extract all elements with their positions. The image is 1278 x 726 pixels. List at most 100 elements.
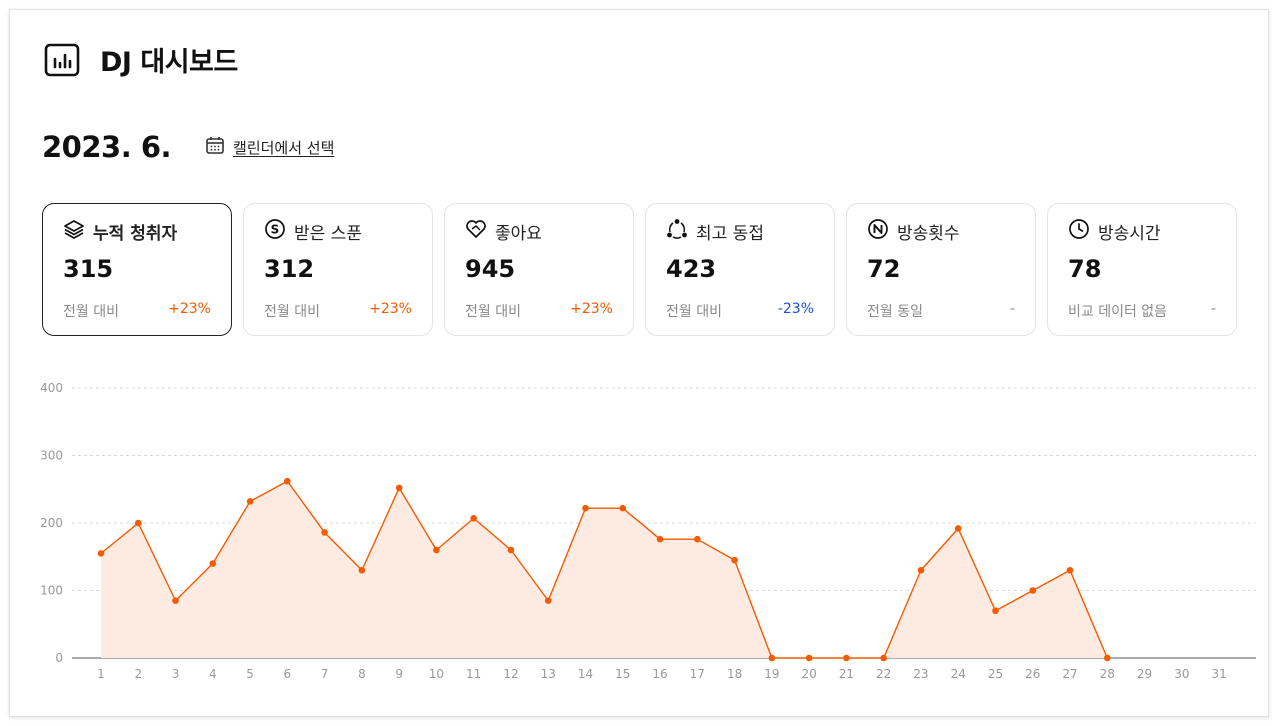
x-tick-label: 21 [839,667,854,681]
stat-card-broadcast-count[interactable]: 방송횟수 72 전월 동일 - [846,203,1036,336]
x-tick-label: 27 [1062,667,1077,681]
stat-card-label: 최고 동접 [696,223,764,244]
x-tick-label: 8 [358,667,366,681]
data-point [321,529,328,536]
stat-card-change: +23% [168,301,211,317]
stat-card-broadcast-time[interactable]: 방송시간 78 비교 데이터 없음 - [1047,203,1237,336]
layers-icon [63,218,85,244]
data-point [395,484,403,492]
y-tick-label: 0 [55,651,63,665]
stat-card-listeners[interactable]: 누적 청취자 315 전월 대비 +23% [42,203,232,336]
stat-card-label: 누적 청취자 [93,223,178,244]
heart-icon [465,218,487,244]
x-tick-label: 24 [951,667,966,681]
x-tick-label: 20 [801,667,816,681]
data-point [1066,566,1074,574]
x-tick-label: 25 [988,667,1003,681]
stat-card-compare: 전월 대비 [63,304,119,320]
x-tick-label: 7 [321,667,329,681]
stat-card-change: +23% [369,301,412,317]
x-tick-label: 11 [466,667,481,681]
calendar-select-label: 캘린더에서 선택 [233,138,335,157]
x-tick-label: 9 [395,667,403,681]
x-tick-label: 2 [134,667,142,681]
period-selector: 2023. 6. 캘린더에서 선택 [42,130,334,164]
stat-card-value: 72 [867,255,901,283]
stat-card-value: 78 [1068,255,1102,283]
page-header: DJ 대시보드 [44,40,238,79]
data-point [694,535,701,543]
stat-card-compare: 전월 대비 [465,304,521,320]
x-tick-label: 29 [1137,667,1152,681]
stat-card-change: -23% [777,301,814,317]
data-point [880,654,887,662]
data-point [507,546,515,554]
calendar-icon [205,135,225,159]
dashboard-frame: DJ 대시보드 2023. 6. 캘린더에서 선택 누적 청취자 315 전월 … [9,9,1269,717]
x-tick-label: 13 [541,667,556,681]
data-point [619,504,627,512]
x-tick-label: 5 [246,667,254,681]
data-point [731,556,738,564]
x-tick-label: 4 [209,667,217,681]
stat-card-change: - [1210,301,1216,317]
stat-card-label: 방송횟수 [897,223,960,244]
data-point [544,597,552,604]
data-point [768,654,776,662]
data-point [843,654,850,662]
stat-card-value: 423 [666,255,717,283]
stat-card-value: 315 [63,255,114,283]
data-point [656,535,664,543]
data-point [954,525,962,532]
x-tick-label: 6 [284,667,292,681]
x-tick-label: 23 [913,667,928,681]
data-point [97,550,105,557]
stat-card-change: - [1009,301,1015,317]
y-tick-label: 300 [40,449,63,463]
data-point [1103,654,1111,662]
x-tick-label: 31 [1211,667,1226,681]
x-tick-label: 10 [429,667,444,681]
x-tick-label: 22 [876,667,891,681]
listeners-chart-svg: 01002003004001 2 3 4 5 6 7 8 9 10 11 12 13 14 15 16 17 18… [40,381,1256,681]
stat-card-compare: 전월 동일 [867,304,923,320]
data-point [246,498,254,505]
y-tick-label: 400 [40,381,63,395]
data-point [209,560,217,567]
listeners-chart: 0 100 200 300 400 1 2 3 4 5 6 7 8 9 10 11 12 13 14 15 16 17 18… [10,370,1270,710]
data-point [470,514,478,522]
y-tick-label: 100 [40,584,63,598]
data-point [917,566,925,574]
x-tick-label: 12 [503,667,518,681]
y-tick-label: 200 [40,516,63,530]
data-point [805,654,813,662]
x-tick-label: 30 [1174,667,1189,681]
calendar-select-button[interactable]: 캘린더에서 선택 [205,135,334,159]
x-tick-label: 26 [1025,667,1040,681]
nodes-icon [666,218,688,244]
stat-card-peak-concurrent[interactable]: 최고 동접 423 전월 대비 -23% [645,203,835,336]
x-tick-label: 15 [615,667,630,681]
x-tick-label: 1 [97,667,105,681]
stat-card-label: 좋아요 [495,223,542,244]
data-point [433,546,440,554]
stat-cards: 누적 청취자 315 전월 대비 +23% S 받은 스푼 312 전월 대비 … [42,203,1237,336]
n-circle-icon [867,218,889,244]
stat-card-spoons[interactable]: S 받은 스푼 312 전월 대비 +23% [243,203,433,336]
data-point [992,607,999,615]
page-title: DJ 대시보드 [100,47,238,78]
data-point [172,597,179,604]
x-tick-label: 16 [652,667,667,681]
clock-icon [1068,218,1090,244]
coin-icon: S [264,218,286,244]
x-tick-label: 17 [690,667,705,681]
x-tick-label: 19 [764,667,779,681]
stat-card-likes[interactable]: 좋아요 945 전월 대비 +23% [444,203,634,336]
data-point [1029,587,1037,594]
stat-card-compare: 전월 대비 [666,304,722,320]
data-point [284,477,291,485]
data-point [358,566,366,574]
current-month: 2023. 6. [42,130,172,164]
data-point [582,504,589,512]
stat-card-value: 945 [465,255,516,283]
